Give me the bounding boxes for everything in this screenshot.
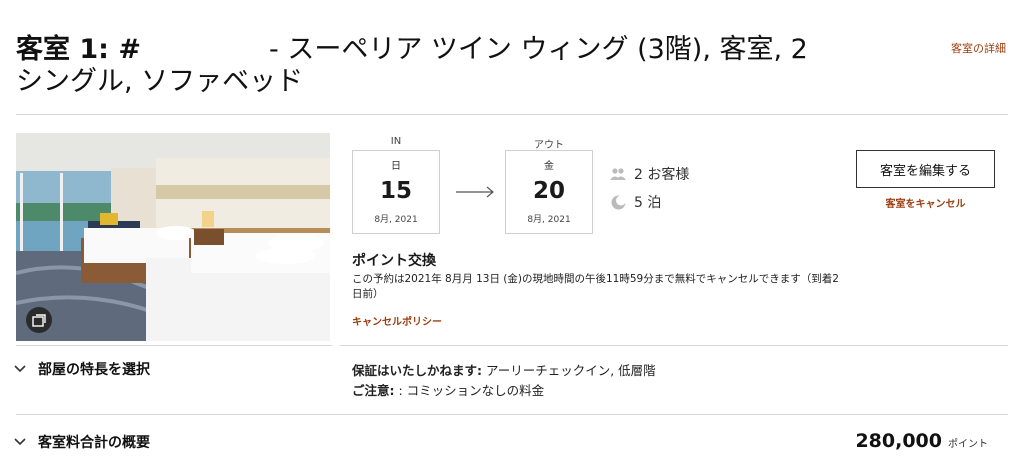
cancellation-policy-text: この予約は2021年 8月月 13日 (金)の現地時間の午後11時59分まで無料… (352, 273, 839, 300)
checkin-day: 15 (379, 178, 412, 204)
total-amount: 280,000 (855, 430, 942, 452)
checkin-date: IN 日 15 8月, 2021 (352, 136, 440, 234)
total-points: 280,000 ポイント (855, 430, 988, 452)
cancel-room-link[interactable]: 客室をキャンセル (856, 195, 995, 210)
total-unit: ポイント (948, 439, 988, 450)
checkin-dow: 日 (391, 161, 401, 172)
nights-info: 5 泊 (610, 192, 661, 212)
checkout-dow: 金 (544, 161, 554, 172)
note-label: ご注意: (352, 383, 395, 398)
feature-notes: 保証はいたしかねます: アーリーチェックイン, 低層階 ご注意: : コミッショ… (352, 361, 656, 401)
room-photo[interactable] (16, 133, 330, 341)
divider (16, 114, 1008, 115)
checkout-day: 20 (532, 178, 565, 204)
room-illustration (16, 133, 330, 341)
gallery-button[interactable] (26, 307, 52, 333)
checkout-date: アウト 金 20 8月, 2021 (505, 136, 593, 234)
moon-icon (610, 194, 626, 210)
guarantee-label: 保証はいたしかねます: (352, 363, 482, 378)
checkout-caption: アウト (534, 140, 564, 151)
rate-summary-accordion[interactable]: 客室料合計の概要 (14, 432, 150, 452)
guests-label: 2 お客様 (634, 167, 690, 183)
room-number-label: 客室 1: # (16, 34, 142, 65)
checkout-box: 金 20 8月, 2021 (505, 150, 593, 234)
chevron-down-icon (14, 362, 28, 376)
edit-room-button[interactable]: 客室を編集する (856, 150, 995, 188)
nights-label: 5 泊 (634, 195, 662, 211)
guarantee-value: アーリーチェックイン, 低層階 (485, 363, 656, 378)
rate-summary-label: 客室料合計の概要 (38, 435, 150, 451)
divider (16, 345, 332, 346)
rate-title: ポイント交換 (352, 253, 436, 269)
arrow-right-icon (456, 186, 494, 198)
people-icon (610, 166, 626, 182)
room-features-label: 部屋の特長を選択 (38, 362, 150, 378)
cancellation-policy-link[interactable]: キャンセルポリシー (352, 313, 442, 328)
divider (340, 345, 1008, 346)
guests-info: 2 お客様 (610, 164, 689, 184)
room-features-accordion[interactable]: 部屋の特長を選択 (14, 359, 150, 379)
checkin-caption: IN (390, 136, 402, 147)
checkin-box: 日 15 8月, 2021 (352, 150, 440, 234)
chevron-down-icon (14, 435, 28, 449)
gallery-icon (32, 314, 46, 327)
note-value: : コミッションなしの料金 (398, 383, 545, 398)
room-title: 客室 1: # - スーペリア ツイン ウィング (3階), 客室, 2 シングル… (16, 34, 816, 98)
divider (16, 414, 1008, 415)
checkout-month-year: 8月, 2021 (527, 215, 571, 225)
checkin-month-year: 8月, 2021 (374, 215, 418, 225)
room-details-link[interactable]: 客室の詳細 (951, 40, 1006, 56)
